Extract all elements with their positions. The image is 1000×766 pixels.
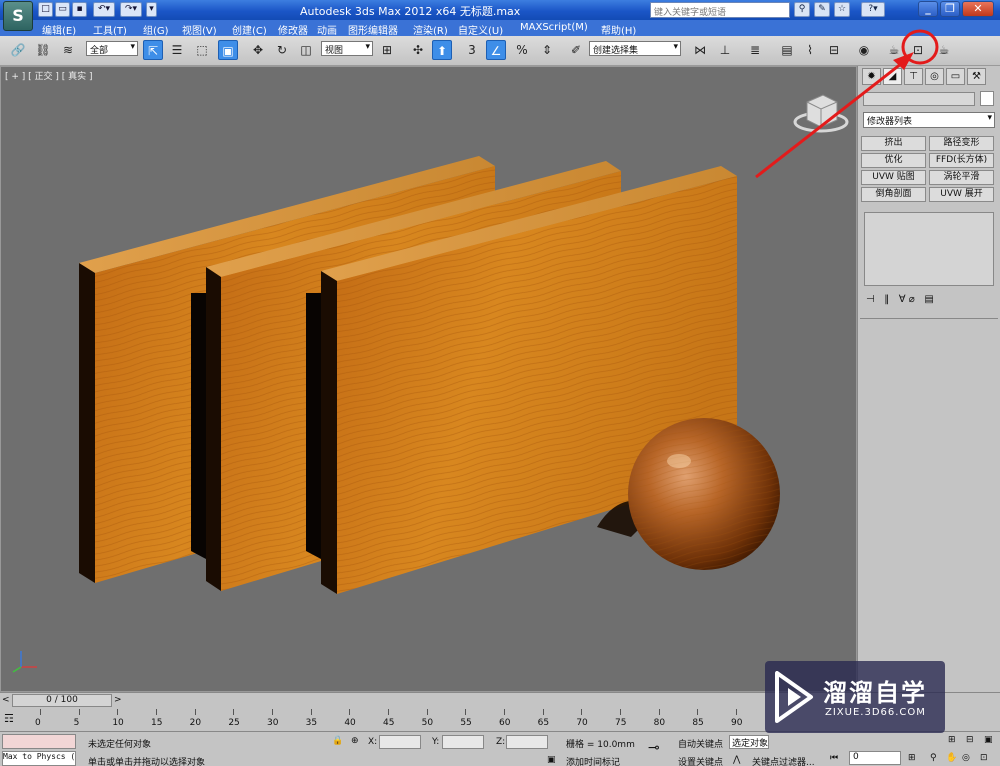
annotation-overlay — [755, 29, 939, 179]
watermark-title: 溜溜自学 — [823, 679, 927, 707]
watermark-url: ZIXUE.3D66.COM — [825, 707, 926, 718]
watermark: 溜溜自学 ZIXUE.3D66.COM — [765, 661, 945, 733]
watermark-logo-icon — [775, 671, 813, 723]
